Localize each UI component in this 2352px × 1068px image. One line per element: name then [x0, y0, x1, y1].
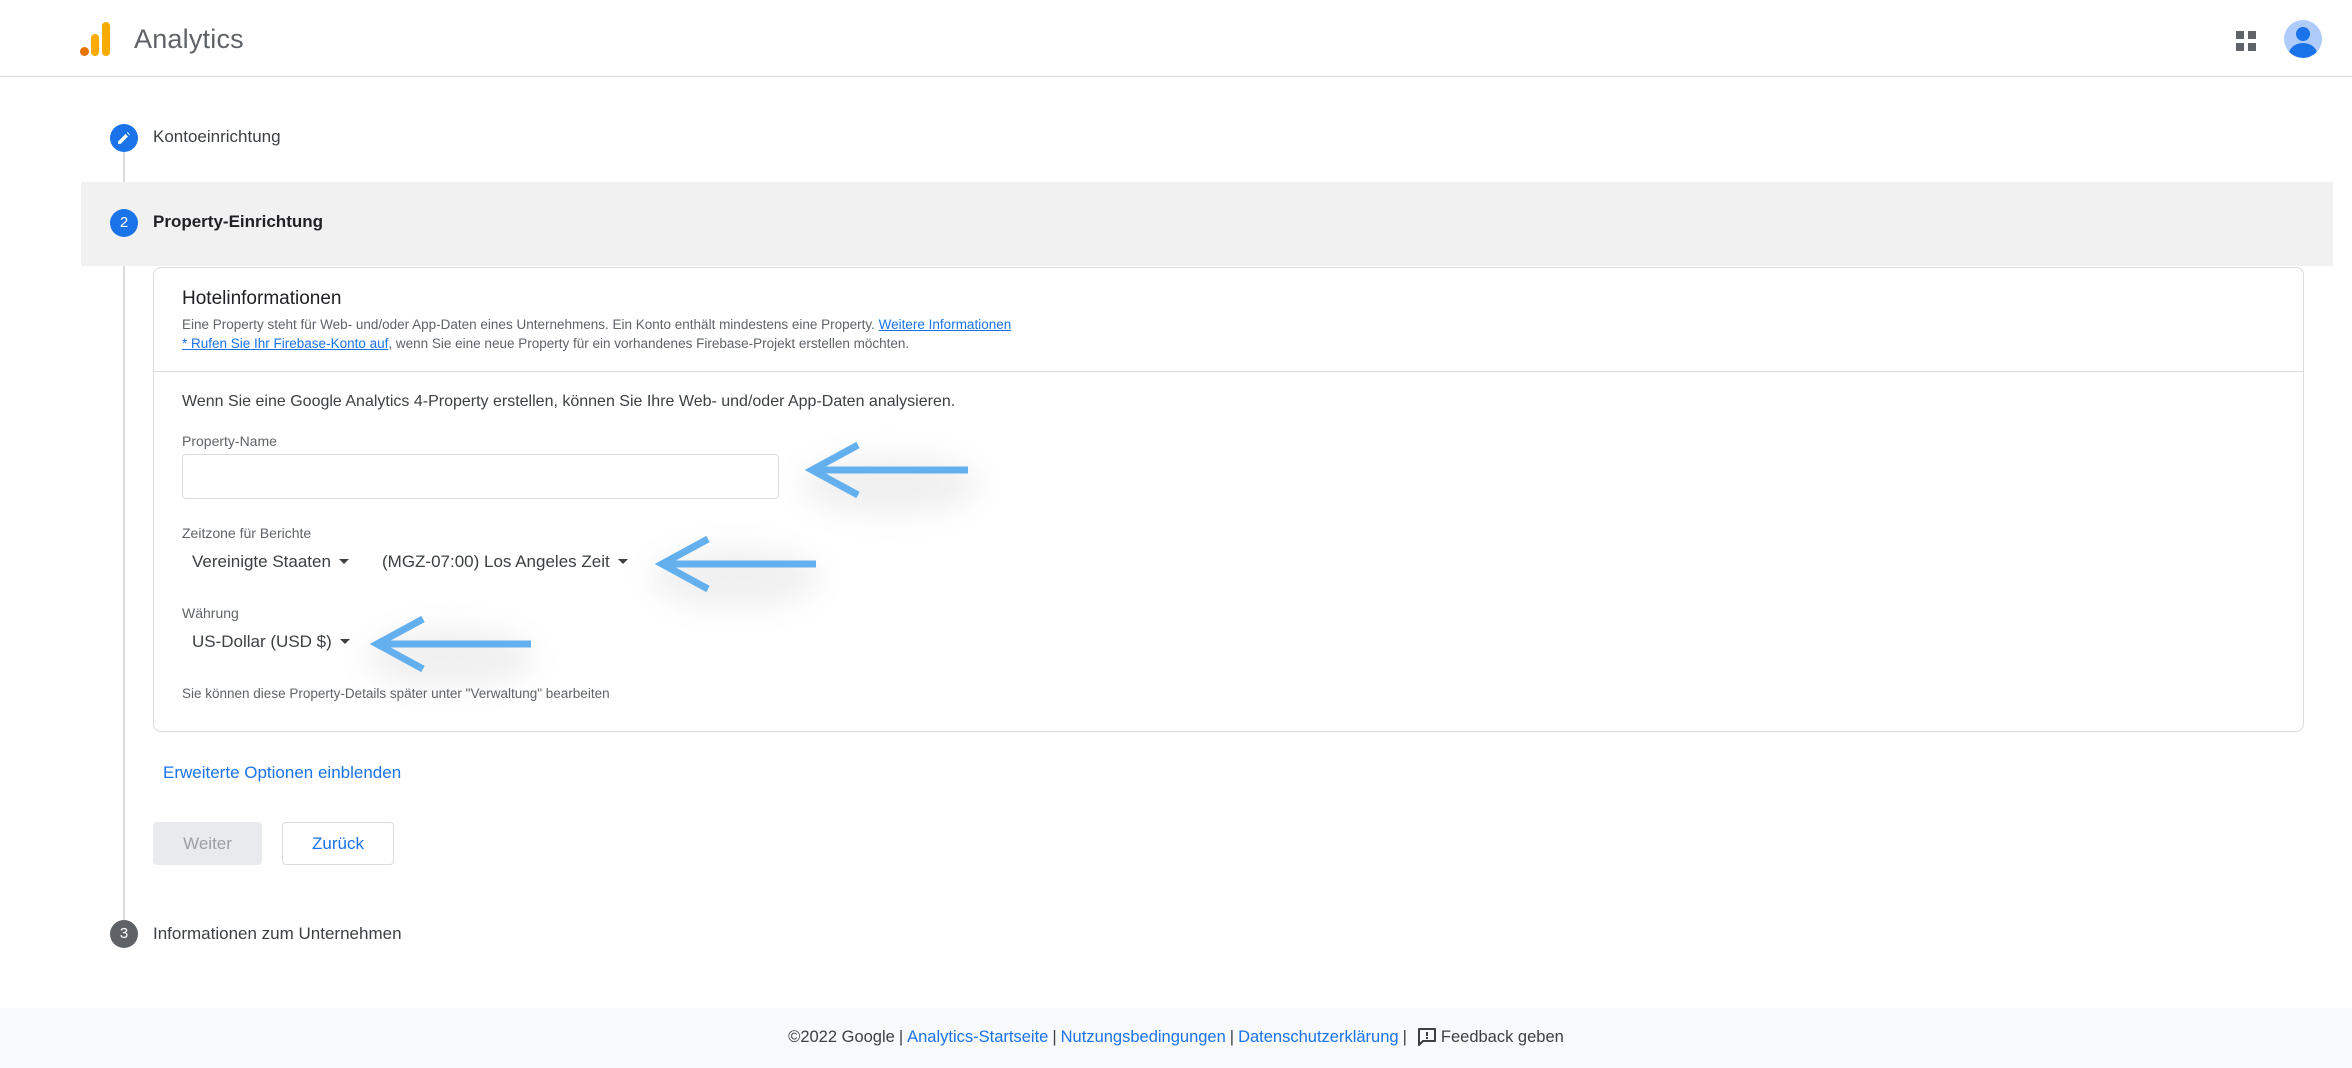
account-avatar-icon[interactable] — [2284, 20, 2322, 58]
back-button[interactable]: Zurück — [282, 822, 394, 865]
step-2-label: Property-Einrichtung — [153, 212, 324, 231]
learn-more-link[interactable]: Weitere Informationen — [879, 317, 1012, 332]
country-select[interactable]: Vereinigte Staaten — [192, 552, 349, 572]
property-name-label: Property-Name — [182, 433, 277, 449]
card-header: Hotelinformationen Eine Property steht f… — [154, 268, 2303, 372]
edit-pencil-icon — [118, 132, 130, 144]
timezone-value: (MGZ-07:00) Los Angeles Zeit — [382, 552, 610, 571]
step-3-label: Informationen zum Unternehmen — [153, 924, 402, 943]
step-1-label[interactable]: Kontoeinrichtung — [153, 127, 281, 147]
feedback-link[interactable]: Feedback geben — [1441, 1028, 1564, 1046]
privacy-link[interactable]: Datenschutzerklärung — [1238, 1028, 1399, 1046]
annotation-arrow-icon — [654, 535, 816, 593]
show-advanced-options-link[interactable]: Erweiterte Optionen einblenden — [163, 763, 401, 783]
dropdown-caret-icon — [617, 559, 628, 565]
description-text-2: , wenn Sie eine neue Property für ein vo… — [388, 336, 910, 351]
footer: ©2022 Google | Analytics-Startseite | Nutzun… — [0, 1008, 2352, 1068]
currency-label: Währung — [182, 605, 239, 621]
copyright-text: ©2022 Google — [788, 1028, 895, 1046]
firebase-account-link[interactable]: * Rufen Sie Ihr Firebase-Konto auf — [182, 336, 388, 351]
property-name-input[interactable] — [182, 454, 779, 499]
intro-text: Wenn Sie eine Google Analytics 4-Propert… — [182, 393, 956, 410]
dropdown-caret-icon — [339, 639, 350, 645]
analytics-logo-icon[interactable] — [78, 20, 112, 56]
top-app-bar: Analytics — [0, 0, 2352, 77]
step-3-circle: 3 — [110, 920, 138, 948]
active-step-band — [81, 182, 2333, 266]
country-value: Vereinigte Staaten — [192, 552, 331, 571]
analytics-home-link[interactable]: Analytics-Startseite — [907, 1028, 1048, 1046]
annotation-arrow-icon — [369, 615, 531, 673]
apps-grid-icon[interactable] — [2236, 31, 2256, 51]
step-2-circle: 2 — [110, 209, 138, 237]
terms-link[interactable]: Nutzungsbedingungen — [1061, 1028, 1226, 1046]
timezone-select[interactable]: (MGZ-07:00) Los Angeles Zeit — [382, 552, 628, 572]
currency-select[interactable]: US-Dollar (USD $) — [192, 632, 350, 652]
footer-links: ©2022 Google | Analytics-Startseite | Nutzun… — [788, 1027, 1564, 1046]
annotation-arrow-icon — [804, 441, 968, 499]
timezone-label: Zeitzone für Berichte — [182, 525, 312, 541]
edit-later-hint: Sie können diese Property-Details später… — [182, 686, 610, 701]
card-title: Hotelinformationen — [182, 288, 342, 309]
step-1-circle[interactable] — [110, 124, 138, 152]
card-description: Eine Property steht für Web- und/oder Ap… — [182, 315, 1011, 353]
dropdown-caret-icon — [338, 559, 349, 565]
next-button[interactable]: Weiter — [153, 822, 262, 865]
description-text-1: Eine Property steht für Web- und/oder Ap… — [182, 317, 879, 332]
feedback-icon[interactable] — [1417, 1027, 1437, 1046]
currency-value: US-Dollar (USD $) — [192, 632, 332, 651]
app-title[interactable]: Analytics — [134, 24, 244, 55]
